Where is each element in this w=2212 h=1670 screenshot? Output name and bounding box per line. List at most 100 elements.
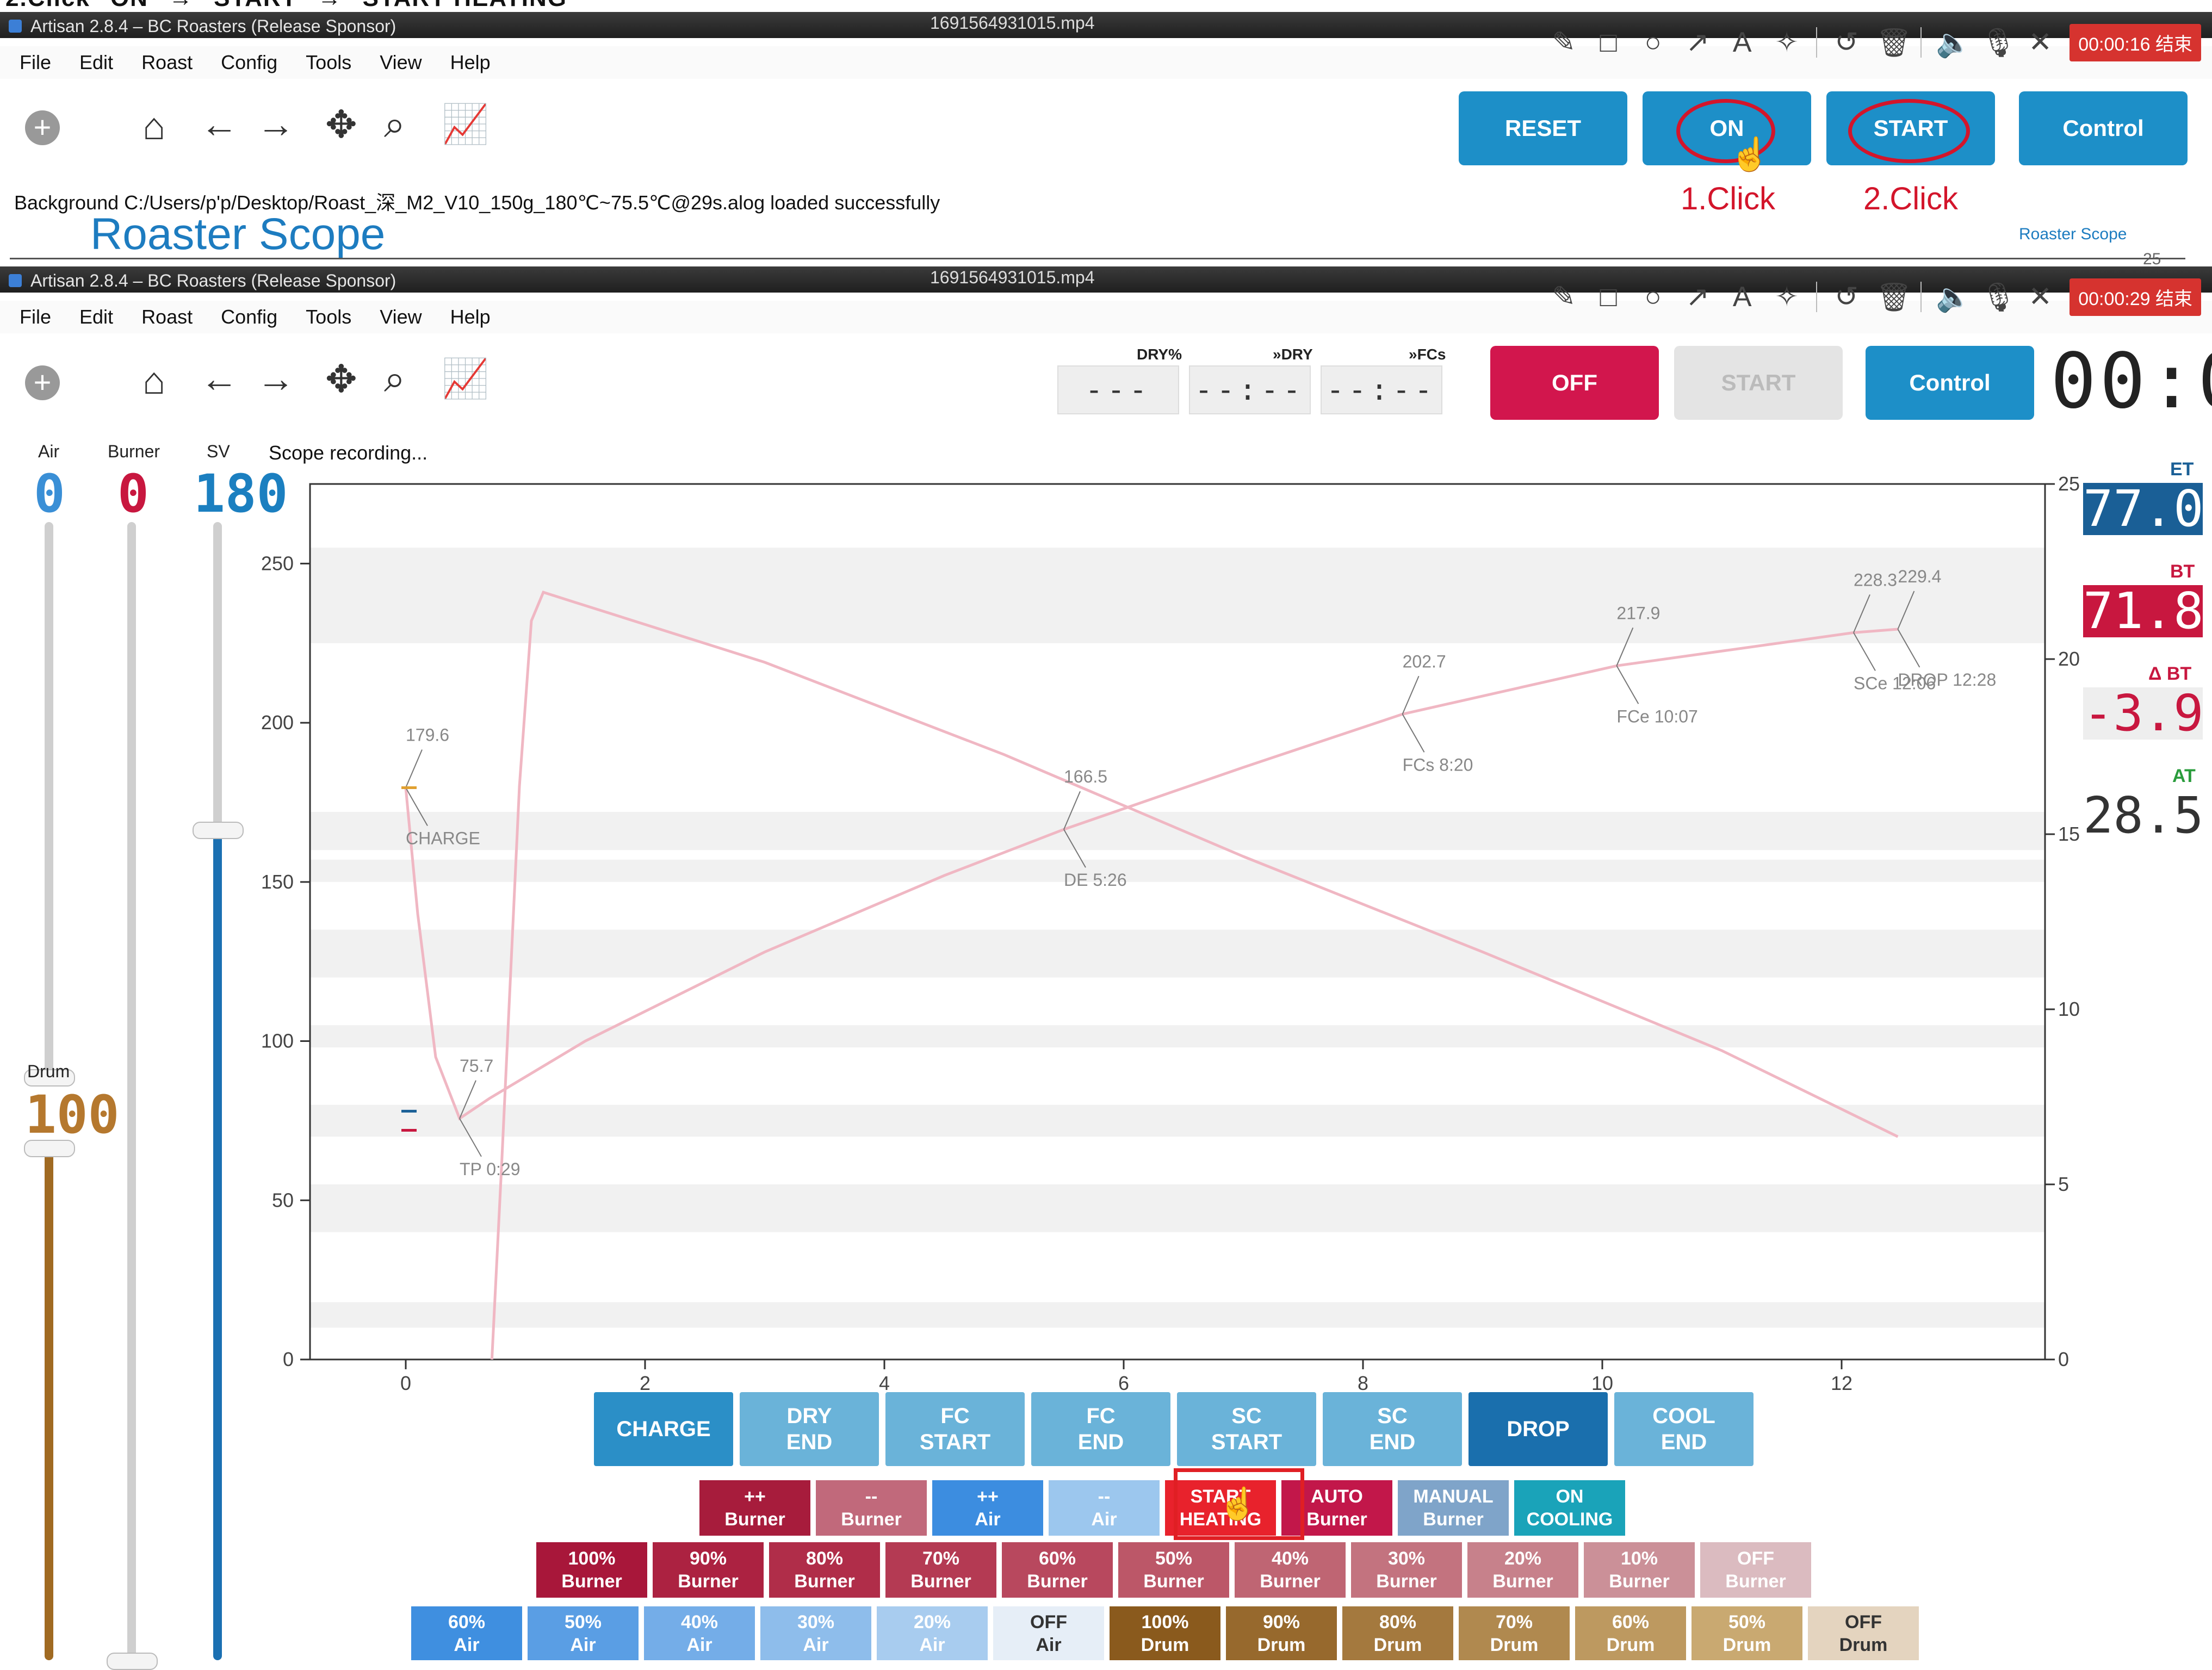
forward-arrow-icon[interactable]: → <box>257 102 295 146</box>
arrow-icon[interactable]: ↗ <box>1682 26 1713 59</box>
pan-icon[interactable]: ✥ <box>325 102 357 147</box>
control-button[interactable]: Control <box>1866 346 2034 420</box>
text-icon[interactable]: A <box>1727 281 1757 313</box>
menu-view[interactable]: View <box>380 46 422 79</box>
preset-button-80-burner[interactable]: 80% Burner <box>769 1542 880 1598</box>
menu-view[interactable]: View <box>380 301 422 333</box>
preset-button-20-burner[interactable]: 20% Burner <box>1467 1542 1578 1598</box>
slider-handle[interactable] <box>24 1140 75 1157</box>
control-button-manual-burner[interactable]: MANUAL Burner <box>1398 1480 1509 1536</box>
back-arrow-icon[interactable]: ← <box>200 357 238 400</box>
preset-button-40-burner[interactable]: 40% Burner <box>1235 1542 1346 1598</box>
control-button-on-cooling[interactable]: ON COOLING <box>1514 1480 1625 1536</box>
home-icon[interactable]: ⌂ <box>142 104 165 148</box>
menu-help[interactable]: Help <box>450 301 491 333</box>
circle-icon[interactable]: ○ <box>1638 26 1668 59</box>
trash-icon[interactable]: 🗑 <box>1876 26 1912 59</box>
text-icon[interactable]: A <box>1727 26 1757 59</box>
reset-button[interactable]: RESET <box>1459 91 1627 165</box>
menu-help[interactable]: Help <box>450 46 491 79</box>
preset-button-100-drum[interactable]: 100% Drum <box>1110 1606 1220 1660</box>
circle-icon[interactable]: ○ <box>1638 281 1668 313</box>
control-button--air[interactable]: ++ Air <box>932 1480 1043 1536</box>
forward-arrow-icon[interactable]: → <box>257 357 295 400</box>
record-end-button[interactable]: 00:00:29 结束 <box>2070 278 2201 316</box>
roast-chart[interactable]: 05010015020025005101520250 2 4 6 8 10 12179.6C… <box>239 468 2099 1392</box>
preset-button-20-air[interactable]: 20% Air <box>877 1606 988 1660</box>
preset-button-30-air[interactable]: 30% Air <box>760 1606 871 1660</box>
control-button--burner[interactable]: ++ Burner <box>699 1480 810 1536</box>
preset-button-70-burner[interactable]: 70% Burner <box>885 1542 996 1598</box>
back-arrow-icon[interactable]: ← <box>200 102 238 146</box>
control-button--air[interactable]: -- Air <box>1049 1480 1160 1536</box>
preset-button-50-air[interactable]: 50% Air <box>528 1606 639 1660</box>
preset-button-30-burner[interactable]: 30% Burner <box>1351 1542 1462 1598</box>
mic-icon[interactable]: 🎙 <box>1980 281 2016 314</box>
menu-file[interactable]: File <box>20 46 51 79</box>
preset-button-40-air[interactable]: 40% Air <box>644 1606 755 1660</box>
undo-icon[interactable]: ↺ <box>1831 281 1862 313</box>
off-button[interactable]: OFF <box>1490 346 1659 420</box>
preset-button-60-drum[interactable]: 60% Drum <box>1575 1606 1686 1660</box>
event-button-dry-end[interactable]: DRY END <box>740 1392 879 1466</box>
event-button-sc-start[interactable]: SC START <box>1177 1392 1316 1466</box>
menu-edit[interactable]: Edit <box>79 46 113 79</box>
menu-config[interactable]: Config <box>221 301 277 333</box>
event-button-sc-end[interactable]: SC END <box>1323 1392 1462 1466</box>
burner-slider[interactable] <box>107 522 158 1670</box>
zoom-icon[interactable]: ⌕ <box>384 357 405 401</box>
slider-handle[interactable] <box>193 822 244 839</box>
speaker-icon[interactable]: 🔈 <box>1936 281 1971 314</box>
preset-button-90-drum[interactable]: 90% Drum <box>1226 1606 1337 1660</box>
mic-icon[interactable]: 🎙 <box>1980 26 2016 59</box>
menu-edit[interactable]: Edit <box>79 301 113 333</box>
home-icon[interactable]: ⌂ <box>142 359 165 402</box>
control-button--burner[interactable]: -- Burner <box>816 1480 927 1536</box>
air-slider[interactable] <box>24 522 75 1087</box>
zoom-icon[interactable]: ⌕ <box>384 102 405 147</box>
chart-icon[interactable]: 📈 <box>442 357 489 401</box>
preset-button-off-burner[interactable]: OFF Burner <box>1700 1542 1811 1598</box>
preset-button-70-drum[interactable]: 70% Drum <box>1459 1606 1570 1660</box>
preset-button-100-burner[interactable]: 100% Burner <box>536 1542 647 1598</box>
preset-button-off-drum[interactable]: OFF Drum <box>1808 1606 1919 1660</box>
rectangle-icon[interactable]: □ <box>1593 26 1624 59</box>
slider-handle[interactable] <box>107 1653 158 1670</box>
preset-button-90-burner[interactable]: 90% Burner <box>653 1542 764 1598</box>
event-button-fc-end[interactable]: FC END <box>1031 1392 1170 1466</box>
add-icon[interactable]: + <box>25 365 60 400</box>
pen-icon[interactable]: ✎ <box>1548 281 1579 313</box>
pen-icon[interactable]: ✎ <box>1548 26 1579 59</box>
preset-button-80-drum[interactable]: 80% Drum <box>1342 1606 1453 1660</box>
record-end-button[interactable]: 00:00:16 结束 <box>2070 23 2201 61</box>
preset-button-off-air[interactable]: OFF Air <box>993 1606 1104 1660</box>
preset-button-60-burner[interactable]: 60% Burner <box>1002 1542 1113 1598</box>
preset-button-50-drum[interactable]: 50% Drum <box>1691 1606 1802 1660</box>
rectangle-icon[interactable]: □ <box>1593 281 1624 313</box>
preset-button-60-air[interactable]: 60% Air <box>411 1606 522 1660</box>
preset-button-50-burner[interactable]: 50% Burner <box>1118 1542 1229 1598</box>
close-icon[interactable]: ✕ <box>2025 281 2055 313</box>
trash-icon[interactable]: 🗑 <box>1876 281 1912 314</box>
sv-slider[interactable] <box>193 522 244 1660</box>
start-button-disabled[interactable]: START <box>1674 346 1843 420</box>
pan-icon[interactable]: ✥ <box>325 357 357 401</box>
menu-tools[interactable]: Tools <box>306 46 351 79</box>
chart-icon[interactable]: 📈 <box>442 102 489 147</box>
menu-roast[interactable]: Roast <box>141 46 193 79</box>
menu-tools[interactable]: Tools <box>306 301 351 333</box>
event-button-fc-start[interactable]: FC START <box>885 1392 1025 1466</box>
menu-config[interactable]: Config <box>221 46 277 79</box>
magic-icon[interactable]: ✧ <box>1771 26 1802 59</box>
undo-icon[interactable]: ↺ <box>1831 26 1862 59</box>
add-icon[interactable]: + <box>25 110 60 145</box>
drum-slider[interactable] <box>24 1140 75 1660</box>
preset-button-10-burner[interactable]: 10% Burner <box>1584 1542 1695 1598</box>
event-button-cool-end[interactable]: COOL END <box>1614 1392 1754 1466</box>
menu-roast[interactable]: Roast <box>141 301 193 333</box>
event-button-charge[interactable]: CHARGE <box>594 1392 733 1466</box>
speaker-icon[interactable]: 🔈 <box>1936 26 1971 59</box>
control-button[interactable]: Control <box>2019 91 2188 165</box>
event-button-drop[interactable]: DROP <box>1469 1392 1608 1466</box>
menu-file[interactable]: File <box>20 301 51 333</box>
